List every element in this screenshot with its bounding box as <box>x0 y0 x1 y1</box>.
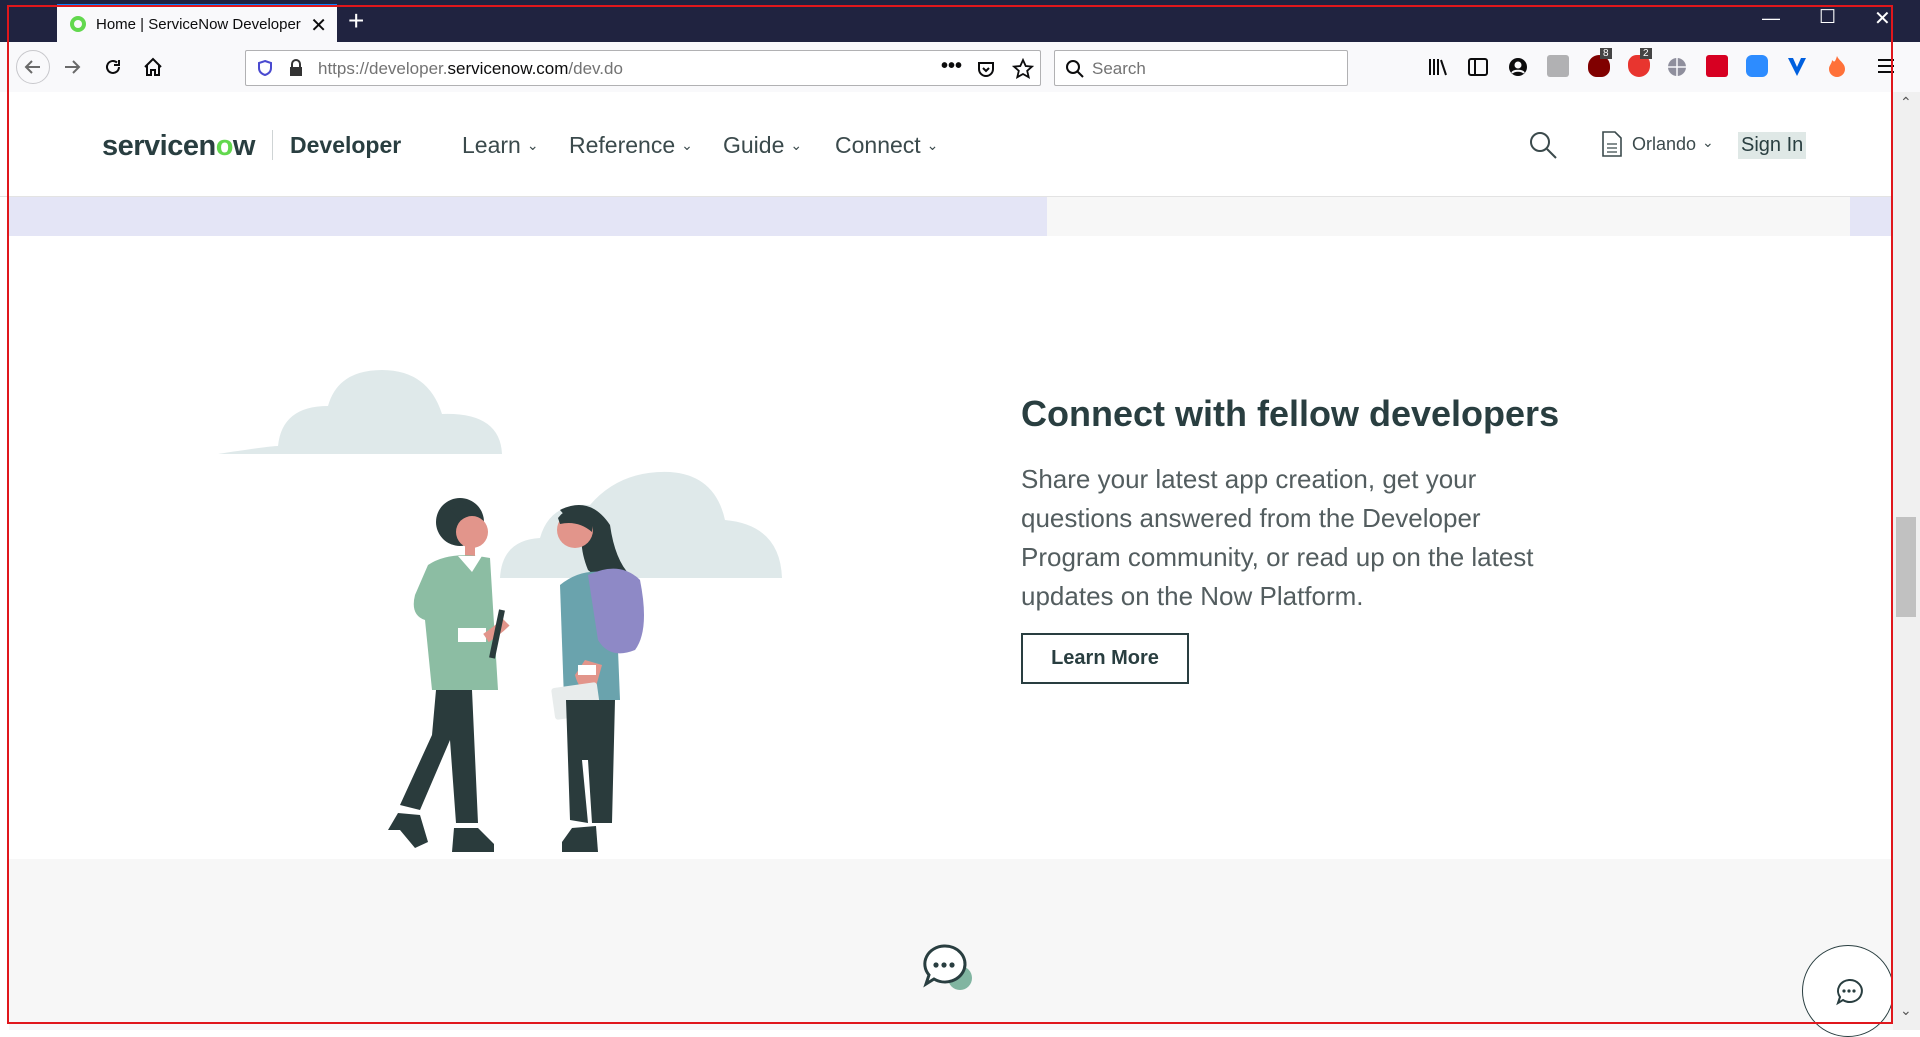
address-bar[interactable]: https://developer.servicenow.com/dev.do … <box>245 50 1041 86</box>
chat-support-button[interactable] <box>1802 945 1894 1037</box>
banner-band-left <box>9 197 1047 236</box>
learn-more-button[interactable]: Learn More <box>1021 633 1189 684</box>
logo-divider <box>272 130 273 160</box>
chevron-down-icon: ⌄ <box>926 137 939 153</box>
search-icon <box>1066 60 1084 78</box>
ublock-badge: 8 <box>1600 48 1612 59</box>
account-icon[interactable] <box>1507 56 1529 78</box>
cloud-right <box>500 471 782 578</box>
developers-illustration <box>218 370 782 852</box>
shield-icon[interactable] <box>256 59 274 77</box>
extension-icon[interactable] <box>1547 55 1569 77</box>
back-icon[interactable] <box>16 50 50 84</box>
nav-reference[interactable]: Reference ⌄ <box>569 132 693 159</box>
chevron-down-icon: ⌄ <box>681 137 693 153</box>
nav-guide[interactable]: Guide ⌄ <box>723 132 802 159</box>
servicenow-favicon-icon <box>70 16 86 32</box>
forward-icon[interactable] <box>57 52 87 82</box>
ublock-icon[interactable]: 8 <box>1588 48 1612 77</box>
section-title: Connect with fellow developers <box>1021 393 1560 434</box>
brave-icon[interactable]: 2 <box>1628 48 1652 77</box>
servicenow-logo[interactable]: servicenow <box>102 130 255 163</box>
site-header: servicenow Developer Learn ⌄ Reference ⌄ G… <box>0 92 1893 197</box>
minimize-icon[interactable]: — <box>1762 8 1780 29</box>
browser-toolbar: https://developer.servicenow.com/dev.do … <box>0 42 1920 93</box>
close-tab-icon[interactable]: ✕ <box>310 13 327 38</box>
page-scrollbar[interactable]: ⌃ ⌄ <box>1893 92 1920 1030</box>
scroll-down-icon[interactable]: ⌄ <box>1900 1002 1912 1019</box>
developer-label[interactable]: Developer <box>290 132 401 159</box>
sign-in-button[interactable]: Sign In <box>1738 132 1807 159</box>
search-icon[interactable] <box>1528 130 1558 160</box>
maximize-icon[interactable]: ☐ <box>1819 6 1836 29</box>
search-bar[interactable]: Search <box>1054 50 1348 86</box>
wand-icon[interactable] <box>1706 55 1728 77</box>
scrollbar-thumb[interactable] <box>1896 517 1916 617</box>
star-icon[interactable] <box>1012 58 1034 80</box>
nav-learn[interactable]: Learn ⌄ <box>462 132 539 159</box>
pocket-icon[interactable] <box>976 59 996 79</box>
cloud-left <box>218 370 502 454</box>
menu-icon[interactable] <box>1877 57 1895 75</box>
browser-tab[interactable]: Home | ServiceNow Developer ✕ <box>57 4 337 42</box>
section-description: Share your latest app creation, get your… <box>1021 464 1534 611</box>
library-icon[interactable] <box>1427 56 1449 78</box>
banner-band-middle <box>1047 197 1850 236</box>
window-titlebar: Home | ServiceNow Developer ✕ + — ☐ ✕ <box>0 0 1920 42</box>
lock-icon[interactable] <box>288 59 304 77</box>
more-icon[interactable]: ••• <box>941 55 962 78</box>
flame-icon[interactable] <box>1827 54 1847 78</box>
vpn-icon[interactable] <box>1786 55 1808 79</box>
chevron-down-icon: ⌄ <box>1702 134 1714 150</box>
scroll-up-icon[interactable]: ⌃ <box>1900 94 1912 111</box>
url-text: https://developer.servicenow.com/dev.do <box>318 59 623 78</box>
chevron-down-icon: ⌄ <box>526 137 539 153</box>
close-window-icon[interactable]: ✕ <box>1874 6 1891 31</box>
zoom-icon[interactable] <box>1746 55 1768 77</box>
document-icon <box>1602 131 1622 157</box>
nav-connect[interactable]: Connect ⌄ <box>835 132 938 159</box>
globe-icon[interactable] <box>1666 56 1688 78</box>
new-tab-icon[interactable]: + <box>348 5 364 37</box>
home-icon[interactable] <box>138 52 168 82</box>
release-selector[interactable]: Orlando ⌄ <box>1632 134 1714 155</box>
sidebar-icon[interactable] <box>1467 56 1489 78</box>
search-placeholder: Search <box>1092 59 1146 78</box>
brave-badge: 2 <box>1640 48 1652 59</box>
chevron-down-icon: ⌄ <box>790 137 803 153</box>
chat-icon <box>1836 978 1863 1006</box>
community-chat-icon <box>923 944 972 990</box>
tab-title: Home | ServiceNow Developer <box>96 15 301 33</box>
banner-band-right <box>1850 197 1893 236</box>
reload-icon[interactable] <box>98 52 128 82</box>
